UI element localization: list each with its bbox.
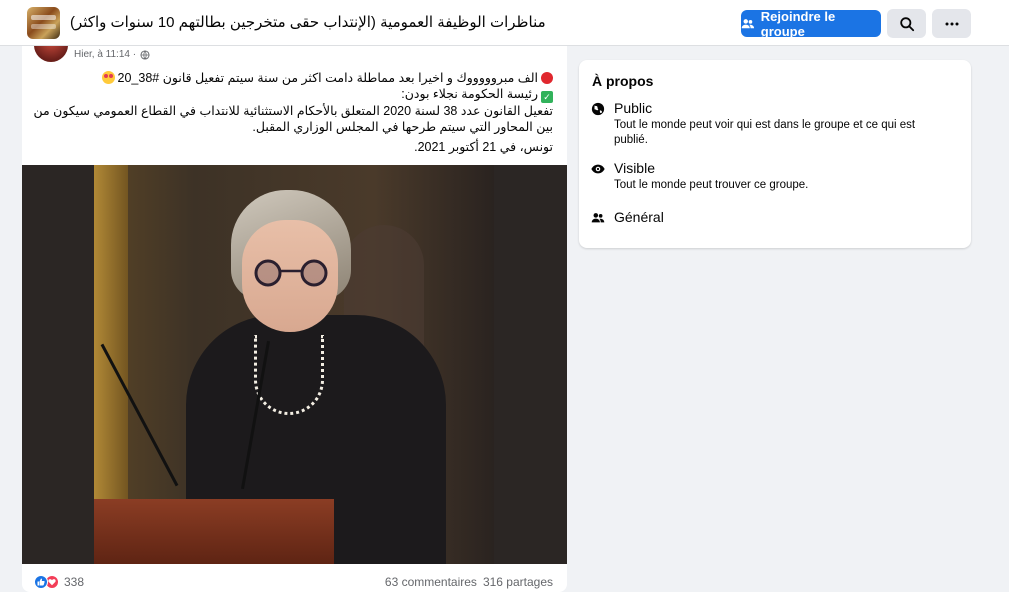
join-group-button[interactable]: Rejoindre le groupe <box>741 8 881 39</box>
group-header: مناظرات الوظيفة العمومية (الإنتداب حقى م… <box>0 0 1009 46</box>
about-card: À propos Public Tout le monde peut voir … <box>579 60 971 248</box>
people-icon <box>591 213 605 223</box>
post-timestamp[interactable]: Hier, à 11:14 · <box>74 49 150 60</box>
photo-glasses <box>254 259 328 287</box>
search-icon <box>899 16 914 31</box>
eye-icon <box>591 164 605 174</box>
photo-podium <box>94 499 334 564</box>
red-circle-icon <box>541 72 553 84</box>
post-line-3: تفعيل القانون عدد 38 لسنة 2020 المتعلق ب… <box>33 104 553 134</box>
post-photo[interactable] <box>22 165 567 564</box>
thumbs-up-icon <box>37 578 45 586</box>
people-icon <box>741 18 755 28</box>
shares-count[interactable]: 316 partages <box>483 575 553 589</box>
about-item-general-text: Général <box>614 209 664 225</box>
group-cover-thumbnail[interactable] <box>27 7 60 39</box>
photo-necklace <box>254 335 324 415</box>
comments-count[interactable]: 63 commentaires <box>385 575 477 589</box>
engagement-counts: 63 commentaires 316 partages <box>385 575 553 589</box>
about-item-visible-desc: Tout le monde peut trouver ce groupe. <box>614 179 809 191</box>
about-item-public-desc: Tout le monde peut voir qui est dans le … <box>614 119 916 146</box>
more-options-button[interactable] <box>932 9 971 38</box>
author-avatar[interactable] <box>34 46 68 62</box>
post-line-2: ✓رئيسة الحكومة نجلاء بودن: <box>33 86 553 103</box>
about-item-general: Général <box>591 209 664 225</box>
about-item-public-text: Public Tout le monde peut voir qui est d… <box>614 100 944 148</box>
post-line-2-text: رئيسة الحكومة نجلاء بودن: <box>401 87 538 101</box>
about-item-visible-text: Visible Tout le monde peut trouver ce gr… <box>614 160 944 193</box>
check-mark-icon: ✓ <box>541 91 553 103</box>
group-title[interactable]: مناظرات الوظيفة العمومية (الإنتداب حقى م… <box>70 13 546 31</box>
post-line-1-text: الف مبروووووك و اخيرا بعد مماطلة دامت اك… <box>117 71 538 85</box>
reactions-summary[interactable]: 338 <box>34 575 84 589</box>
heart-eyes-icon <box>101 71 115 84</box>
like-reaction-icon <box>34 575 48 589</box>
about-item-visible: Visible Tout le monde peut trouver ce gr… <box>591 160 944 193</box>
post-time-text: Hier, à 11:14 · <box>74 49 137 60</box>
about-title: À propos <box>592 73 654 89</box>
about-item-general-title: Général <box>614 209 664 225</box>
join-group-label: Rejoindre le groupe <box>760 8 836 39</box>
about-item-public: Public Tout le monde peut voir qui est d… <box>591 100 944 148</box>
search-button[interactable] <box>887 9 926 38</box>
post-line-1: الف مبروووووك و اخيرا بعد مماطلة دامت اك… <box>33 70 553 86</box>
about-item-visible-title: Visible <box>614 160 655 176</box>
group-post: Hier, à 11:14 · الف مبروووووك و اخيرا بع… <box>22 46 567 592</box>
post-line-4: تونس، في 21 أكتوبر 2021. <box>414 140 553 154</box>
photo-content <box>94 165 494 564</box>
more-icon <box>945 22 958 25</box>
globe-icon <box>591 102 605 116</box>
post-body: الف مبروووووك و اخيرا بعد مماطلة دامت اك… <box>33 70 553 155</box>
about-item-public-title: Public <box>614 100 653 116</box>
reactions-count: 338 <box>64 575 85 589</box>
globe-icon <box>140 49 150 60</box>
heart-icon <box>48 579 56 586</box>
